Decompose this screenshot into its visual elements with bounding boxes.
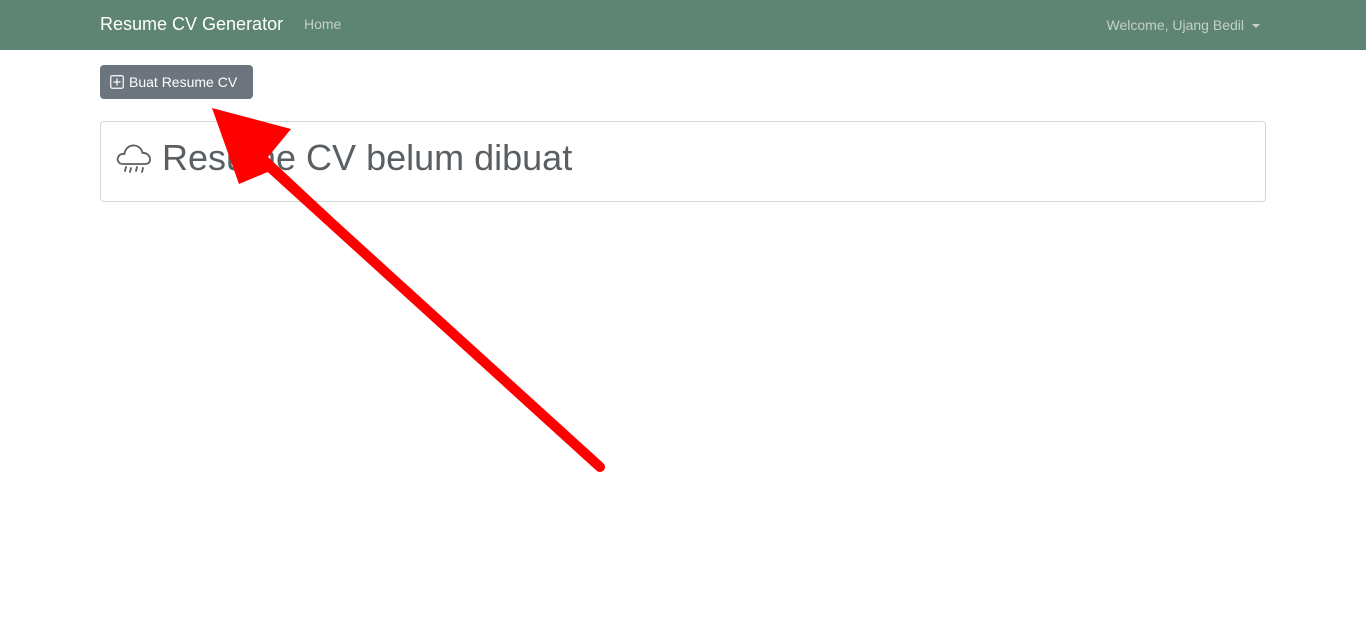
nav-link-home[interactable]: Home xyxy=(304,0,341,50)
top-navbar: Resume CV Generator Home Welcome, Ujang … xyxy=(0,0,1366,50)
create-resume-button-label: Buat Resume CV xyxy=(129,74,238,90)
empty-state-message: Resume CV belum dibuat xyxy=(162,137,573,178)
plus-square-icon xyxy=(110,75,124,89)
user-menu-label: Welcome, Ujang Bedil xyxy=(1106,17,1244,33)
caret-down-icon xyxy=(1252,23,1260,28)
cloud-rain-icon xyxy=(116,144,151,173)
empty-state-card: Resume CV belum dibuat xyxy=(100,121,1266,202)
navbar-brand[interactable]: Resume CV Generator xyxy=(100,0,283,50)
user-menu-dropdown[interactable]: Welcome, Ujang Bedil xyxy=(1107,0,1260,50)
create-resume-button[interactable]: Buat Resume CV xyxy=(100,65,253,99)
